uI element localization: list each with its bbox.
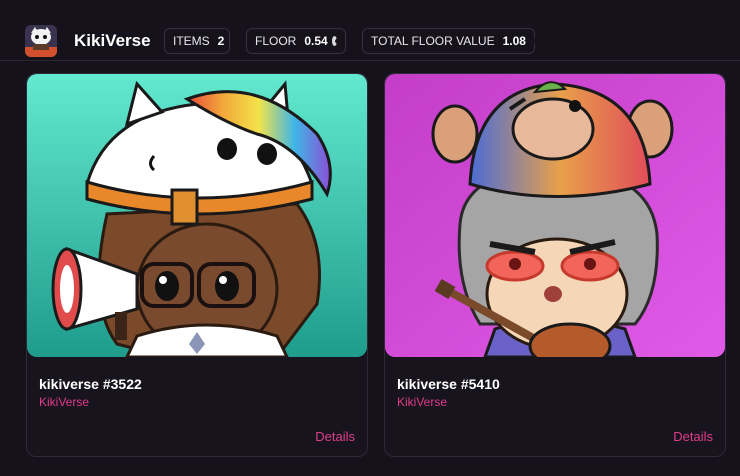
nft-title[interactable]: kikiverse #3522: [39, 376, 142, 392]
items-stat: ITEMS 2: [164, 28, 230, 54]
nft-card[interactable]: kikiverse #3522 KikiVerse Details: [26, 73, 368, 457]
total-floor-label: TOTAL FLOOR VALUE: [371, 34, 495, 48]
floor-value: 0.54: [304, 34, 328, 48]
items-value: 2: [217, 34, 225, 48]
kikiverse-avatar-icon: [25, 25, 57, 57]
nft-image[interactable]: [385, 74, 725, 357]
collection-header: KikiVerse ITEMS 2 FLOOR 0.54 TOTAL FLOOR…: [0, 0, 740, 61]
collection-avatar[interactable]: [25, 25, 57, 57]
eth-icon: [331, 36, 337, 46]
total-floor-value: 1.08: [502, 34, 526, 48]
nft-image[interactable]: [27, 74, 367, 357]
nft-card[interactable]: kikiverse #5410 KikiVerse Details: [384, 73, 726, 457]
details-link[interactable]: Details: [673, 429, 713, 444]
collection-name[interactable]: KikiVerse: [74, 30, 151, 52]
floor-label: FLOOR: [255, 34, 297, 48]
nft-collection-link[interactable]: KikiVerse: [397, 395, 447, 409]
nft-collection-link[interactable]: KikiVerse: [39, 395, 89, 409]
monkey-hat-character-image: [385, 74, 725, 357]
floor-stat: FLOOR 0.54: [246, 28, 346, 54]
total-floor-stat: TOTAL FLOOR VALUE 1.08: [362, 28, 535, 54]
nft-title[interactable]: kikiverse #5410: [397, 376, 500, 392]
items-label: ITEMS: [173, 34, 210, 48]
details-link[interactable]: Details: [315, 429, 355, 444]
cat-hat-character-image: [27, 74, 367, 357]
